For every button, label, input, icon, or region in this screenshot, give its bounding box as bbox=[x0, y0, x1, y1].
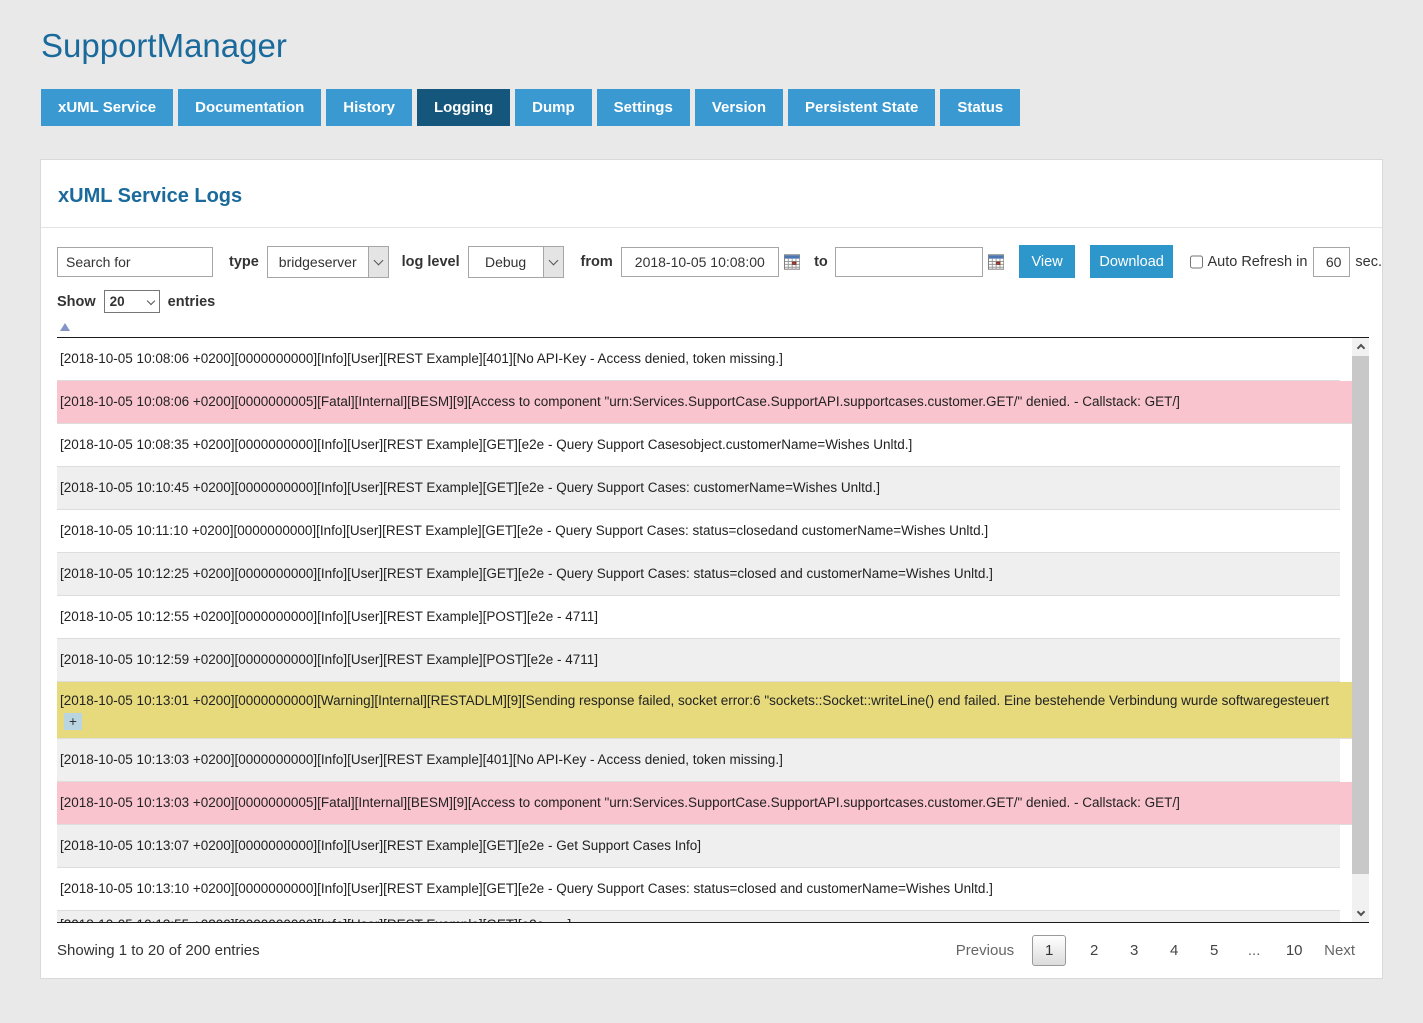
log-row-fatal: [2018-10-05 10:08:06 +0200][0000000005][… bbox=[57, 381, 1352, 424]
pagination-page-5[interactable]: 5 bbox=[1194, 942, 1234, 959]
panel-title: xUML Service Logs bbox=[41, 160, 1382, 227]
log-row: [2018-10-05 10:10:45 +0200][0000000000][… bbox=[57, 467, 1340, 510]
filter-bar: type bridgeserver log level Debug from t… bbox=[41, 228, 1382, 278]
expand-icon[interactable]: + bbox=[64, 713, 82, 730]
log-row: [2018-10-05 10:13:07 +0200][0000000000][… bbox=[57, 825, 1340, 868]
scroll-down-icon[interactable] bbox=[1352, 905, 1369, 922]
scroll-up-icon[interactable] bbox=[1352, 338, 1369, 355]
tab-version[interactable]: Version bbox=[695, 89, 783, 126]
chevron-down-icon bbox=[543, 247, 563, 277]
pagination-page-4[interactable]: 4 bbox=[1154, 942, 1194, 959]
loglevel-select[interactable]: Debug bbox=[468, 246, 564, 278]
entries-label: entries bbox=[168, 294, 216, 310]
type-select[interactable]: bridgeserver bbox=[267, 246, 389, 278]
pagination-page-3[interactable]: 3 bbox=[1114, 942, 1154, 959]
download-button[interactable]: Download bbox=[1090, 245, 1173, 278]
auto-refresh-seconds-input[interactable] bbox=[1313, 247, 1350, 277]
tab-dump[interactable]: Dump bbox=[515, 89, 592, 126]
show-label: Show bbox=[57, 294, 96, 310]
auto-refresh-checkbox[interactable] bbox=[1190, 255, 1203, 269]
log-row: [2018-10-05 10:12:59 +0200][0000000000][… bbox=[57, 639, 1340, 682]
log-row-warning: [2018-10-05 10:13:01 +0200][0000000000][… bbox=[57, 682, 1352, 739]
pagination-page-2[interactable]: 2 bbox=[1074, 942, 1114, 959]
from-label: from bbox=[581, 254, 613, 270]
calendar-icon[interactable] bbox=[988, 254, 1004, 270]
main-tabs: xUML Service Documentation History Loggi… bbox=[41, 89, 1423, 126]
seconds-unit-label: sec. bbox=[1355, 254, 1382, 270]
scrollbar-thumb[interactable] bbox=[1352, 356, 1369, 874]
calendar-icon[interactable] bbox=[784, 254, 800, 270]
sort-asc-icon[interactable] bbox=[60, 323, 70, 331]
tab-documentation[interactable]: Documentation bbox=[178, 89, 321, 126]
to-label: to bbox=[814, 254, 828, 270]
chevron-down-icon bbox=[368, 247, 388, 277]
auto-refresh-label: Auto Refresh in bbox=[1207, 254, 1307, 270]
pagination-ellipsis: ... bbox=[1234, 942, 1274, 959]
type-select-value: bridgeserver bbox=[268, 247, 368, 277]
pagination-page-1[interactable]: 1 bbox=[1032, 935, 1066, 966]
chevron-down-icon bbox=[146, 296, 154, 304]
pagination-next[interactable]: Next bbox=[1314, 942, 1365, 959]
table-footer: Showing 1 to 20 of 200 entries Previous … bbox=[41, 923, 1382, 966]
log-row: [2018-10-05 10:13:55 +0200][0000000000][… bbox=[57, 911, 1340, 923]
tab-persistent-state[interactable]: Persistent State bbox=[788, 89, 935, 126]
page-title: SupportManager bbox=[0, 0, 1423, 65]
pagination-page-10[interactable]: 10 bbox=[1274, 942, 1314, 959]
tab-xuml-service[interactable]: xUML Service bbox=[41, 89, 173, 126]
log-table: [2018-10-05 10:08:06 +0200][0000000000][… bbox=[57, 337, 1369, 923]
log-row: [2018-10-05 10:12:25 +0200][0000000000][… bbox=[57, 553, 1340, 596]
tab-history[interactable]: History bbox=[326, 89, 412, 126]
log-row: [2018-10-05 10:12:55 +0200][0000000000][… bbox=[57, 596, 1340, 639]
pagination: Previous 1 2 3 4 5 ... 10 Next bbox=[946, 935, 1365, 966]
loglevel-label: log level bbox=[402, 254, 460, 270]
logs-panel: xUML Service Logs type bridgeserver log … bbox=[40, 159, 1383, 979]
tab-status[interactable]: Status bbox=[940, 89, 1020, 126]
show-entries-row: Show 20 entries bbox=[41, 278, 1382, 313]
loglevel-select-value: Debug bbox=[469, 247, 543, 277]
log-row-text: [2018-10-05 10:13:01 +0200][0000000000][… bbox=[60, 693, 1329, 708]
tab-logging[interactable]: Logging bbox=[417, 89, 510, 126]
log-row: [2018-10-05 10:08:35 +0200][0000000000][… bbox=[57, 424, 1340, 467]
pagination-previous[interactable]: Previous bbox=[946, 942, 1024, 959]
search-input[interactable] bbox=[57, 247, 213, 277]
from-datetime-input[interactable] bbox=[621, 247, 779, 277]
log-row: [2018-10-05 10:13:03 +0200][0000000000][… bbox=[57, 739, 1340, 782]
log-row-fatal: [2018-10-05 10:13:03 +0200][0000000005][… bbox=[57, 782, 1352, 825]
entries-summary: Showing 1 to 20 of 200 entries bbox=[57, 942, 260, 959]
log-row: [2018-10-05 10:13:10 +0200][0000000000][… bbox=[57, 868, 1340, 911]
page-length-select[interactable]: 20 bbox=[104, 290, 160, 313]
page-length-value: 20 bbox=[110, 294, 148, 309]
log-row: [2018-10-05 10:11:10 +0200][0000000000][… bbox=[57, 510, 1340, 553]
to-datetime-input[interactable] bbox=[835, 247, 983, 277]
view-button[interactable]: View bbox=[1019, 245, 1075, 278]
vertical-scrollbar[interactable] bbox=[1352, 338, 1369, 922]
log-row: [2018-10-05 10:08:06 +0200][0000000000][… bbox=[57, 338, 1340, 381]
tab-settings[interactable]: Settings bbox=[597, 89, 690, 126]
type-label: type bbox=[229, 254, 259, 270]
